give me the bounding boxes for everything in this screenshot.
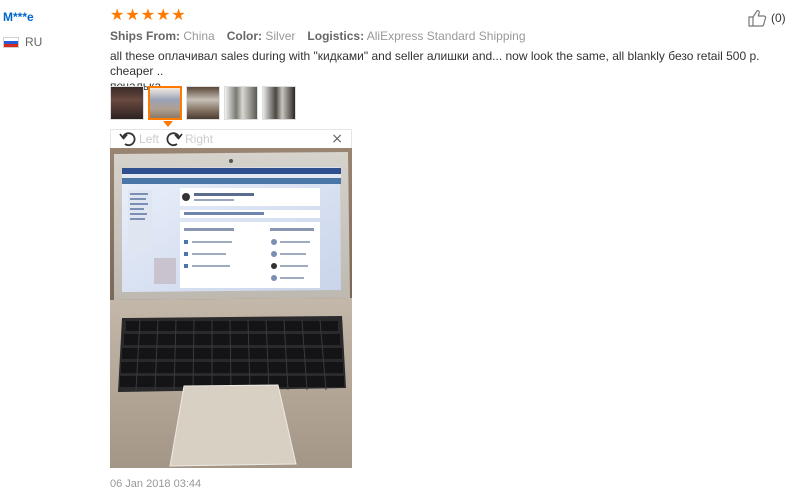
meta-key: Color: [226, 29, 263, 43]
meta-color: Color: Silver [227, 28, 296, 44]
meta-ships-from: Ships From: China [110, 28, 215, 44]
laptop-photo-image [110, 148, 352, 468]
meta-value: China [183, 29, 215, 43]
meta-logistics: Logistics: AliExpress Standard Shipping [307, 28, 525, 44]
rotate-right-button[interactable]: Right [165, 131, 213, 147]
helpful-count: (0) [771, 11, 786, 25]
rotate-left-button[interactable]: Left [119, 131, 159, 147]
helpful-button[interactable]: (0) [748, 9, 786, 27]
photo-thumbnails [110, 86, 296, 120]
selected-thumbnail-pointer [163, 121, 173, 127]
flag-stripe [4, 43, 18, 47]
country-code: RU [25, 35, 43, 49]
meta-value: Silver [265, 29, 296, 43]
rotate-left-icon [119, 132, 136, 147]
star-icon: ★ [110, 5, 125, 24]
photo-thumbnail[interactable] [110, 86, 144, 120]
rotate-left-label: Left [139, 132, 160, 146]
reviewer-info: M***e RU [3, 10, 103, 49]
star-icon: ★ [171, 5, 186, 24]
review-photo [110, 148, 352, 468]
reviewer-country: RU [3, 35, 103, 49]
meta-value: AliExpress Standard Shipping [366, 29, 526, 43]
photo-thumbnail[interactable] [262, 86, 296, 120]
review-text-line: all these оплачивал sales during with "к… [110, 49, 760, 78]
rotate-right-label: Right [185, 132, 214, 146]
review-timestamp: 06 Jan 2018 03:44 [110, 478, 202, 490]
flag-icon [3, 36, 19, 48]
review-header: ★ ★ ★ ★ ★ Ships From: China Color: Silver Lo… [110, 6, 800, 44]
reviewer-name[interactable]: M***e [3, 10, 103, 24]
star-icon: ★ [156, 5, 171, 24]
meta-key: Logistics: [307, 29, 365, 43]
close-icon[interactable]: × [331, 131, 343, 147]
photo-viewer-toolbar: Left Right × [110, 129, 352, 148]
photo-thumbnail[interactable] [224, 86, 258, 120]
star-icon: ★ [125, 5, 140, 24]
star-rating: ★ ★ ★ ★ ★ [110, 6, 800, 24]
rotate-right-icon [166, 132, 183, 147]
photo-thumbnail[interactable] [186, 86, 220, 120]
meta-key: Ships From: [110, 29, 181, 43]
star-icon: ★ [140, 5, 156, 24]
order-meta: Ships From: China Color: Silver Logistic… [110, 28, 800, 44]
thumbs-up-icon [748, 10, 767, 27]
photo-thumbnail-selected[interactable] [148, 86, 182, 120]
